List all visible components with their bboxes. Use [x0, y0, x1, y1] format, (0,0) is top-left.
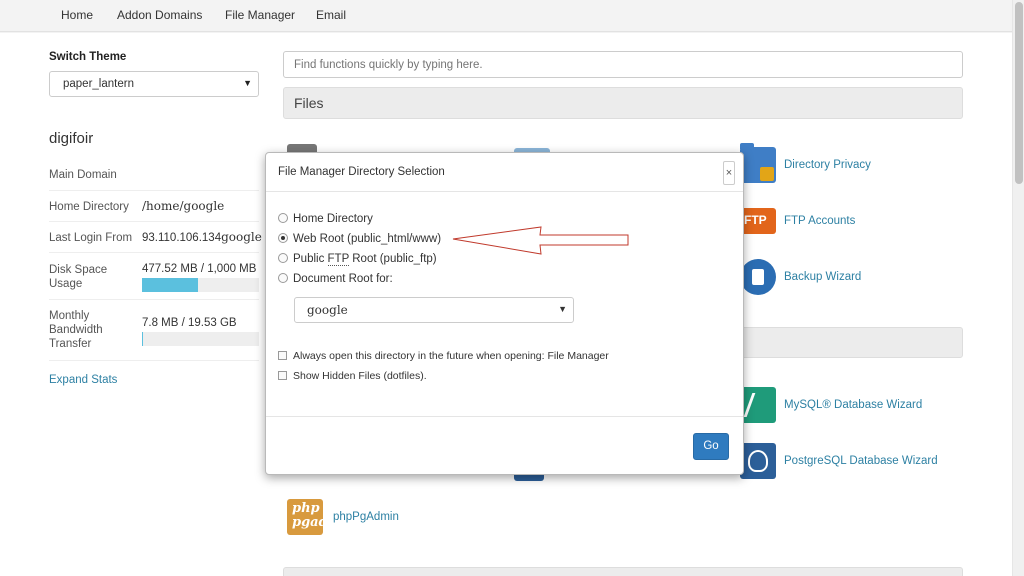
section-header-next[interactable]: [283, 567, 963, 576]
switch-theme-label: Switch Theme: [49, 51, 127, 63]
expand-stats-link[interactable]: Expand Stats: [49, 374, 117, 386]
stat-bandwidth: Monthly Bandwidth Transfer 7.8 MB / 19.5…: [49, 300, 259, 361]
show-hidden-label: Show Hidden Files (dotfiles).: [293, 370, 427, 382]
postgresql-wizard-icon[interactable]: [740, 443, 776, 479]
show-hidden-option[interactable]: Show Hidden Files (dotfiles).: [278, 370, 427, 382]
directory-selection-modal: File Manager Directory Selection × Home …: [265, 152, 744, 475]
arrow-outline: [452, 226, 629, 255]
stat-value: 93.110.106.134: [142, 232, 222, 244]
ftp-accounts-link[interactable]: FTP Accounts: [784, 215, 855, 227]
theme-select[interactable]: paper_lantern ▼: [49, 71, 259, 97]
top-navigation: Home Addon Domains File Manager Email: [0, 0, 1012, 32]
directory-privacy-link[interactable]: Directory Privacy: [784, 159, 871, 171]
modal-title: File Manager Directory Selection: [278, 166, 445, 178]
option-label-prefix: Public: [293, 253, 328, 265]
backup-wizard-link[interactable]: Backup Wizard: [784, 271, 861, 283]
annotation-arrow-icon: [452, 226, 629, 255]
option-label: Home Directory: [293, 213, 373, 225]
stat-value: 7.8 MB / 19.53 GB: [142, 317, 237, 329]
section-header-files[interactable]: Files: [283, 87, 963, 119]
option-web-root[interactable]: Web Root (public_html/www): [278, 233, 441, 245]
backup-wizard-icon[interactable]: [740, 259, 776, 295]
disk-usage-progress-fill: [142, 278, 198, 292]
stat-home-directory: Home Directory /home/google: [49, 191, 259, 222]
stat-disk-space: Disk Space Usage 477.52 MB / 1,000 MB: [49, 253, 259, 300]
option-public-ftp-root[interactable]: Public FTP Root (public_ftp): [278, 253, 437, 266]
radio-button[interactable]: [278, 273, 288, 283]
search-input[interactable]: [283, 51, 963, 78]
ftp-truck-icon[interactable]: FTP: [740, 208, 776, 234]
chevron-down-icon: ▼: [243, 78, 252, 88]
document-root-select[interactable]: google ▼: [294, 297, 574, 323]
postgresql-wizard-link[interactable]: PostgreSQL Database Wizard: [784, 455, 938, 467]
radio-button-selected[interactable]: [278, 233, 288, 243]
nav-addon-domains[interactable]: Addon Domains: [117, 8, 202, 22]
theme-select-value: paper_lantern: [63, 78, 134, 90]
phppgadmin-link[interactable]: phpPgAdmin: [333, 511, 399, 523]
chevron-down-icon: ▼: [558, 304, 567, 314]
stat-value-suffix: google: [221, 230, 262, 244]
stat-label: Disk Space Usage: [49, 264, 108, 290]
nav-email[interactable]: Email: [316, 8, 346, 22]
document-root-value: google: [307, 303, 348, 317]
phppgadmin-icon[interactable]: php pgadmin: [287, 499, 356, 535]
ftp-abbreviation: FTP: [327, 253, 350, 266]
option-label: Web Root (public_html/www): [293, 233, 442, 245]
nav-home[interactable]: Home: [61, 8, 93, 22]
modal-footer-divider: [266, 416, 743, 417]
stat-label: Last Login From: [49, 232, 133, 244]
stat-last-login: Last Login From 93.110.106.134google: [49, 222, 262, 253]
disk-usage-progress: [142, 278, 259, 292]
stat-value: /home/google: [142, 199, 225, 213]
radio-button[interactable]: [278, 253, 288, 263]
stat-value: 477.52 MB / 1,000 MB: [142, 263, 257, 275]
checkbox[interactable]: [278, 351, 287, 360]
mysql-wizard-icon[interactable]: [740, 387, 776, 423]
option-label: Document Root for:: [293, 273, 393, 285]
close-icon[interactable]: ×: [723, 161, 735, 185]
bandwidth-progress: [142, 332, 259, 346]
nav-file-manager[interactable]: File Manager: [225, 8, 295, 22]
radio-button[interactable]: [278, 213, 288, 223]
stat-label: Main Domain: [49, 169, 117, 181]
option-document-root[interactable]: Document Root for:: [278, 273, 393, 285]
stat-label: Home Directory: [49, 201, 129, 213]
stat-label: Monthly Bandwidth Transfer: [49, 310, 103, 350]
scrollbar-thumb[interactable]: [1015, 2, 1023, 184]
option-home-directory[interactable]: Home Directory: [278, 213, 373, 225]
option-label-suffix: Root (public_ftp): [349, 253, 437, 265]
go-button[interactable]: Go: [693, 433, 729, 460]
checkbox[interactable]: [278, 371, 287, 380]
page-scrollbar[interactable]: [1012, 0, 1024, 576]
always-open-option[interactable]: Always open this directory in the future…: [278, 350, 609, 362]
always-open-label: Always open this directory in the future…: [293, 350, 609, 362]
mysql-wizard-link[interactable]: MySQL® Database Wizard: [784, 399, 922, 411]
folder-lock-icon[interactable]: [740, 143, 776, 183]
account-name: digifoir: [49, 130, 94, 147]
modal-divider: [266, 191, 743, 192]
stat-main-domain: Main Domain: [49, 160, 259, 191]
